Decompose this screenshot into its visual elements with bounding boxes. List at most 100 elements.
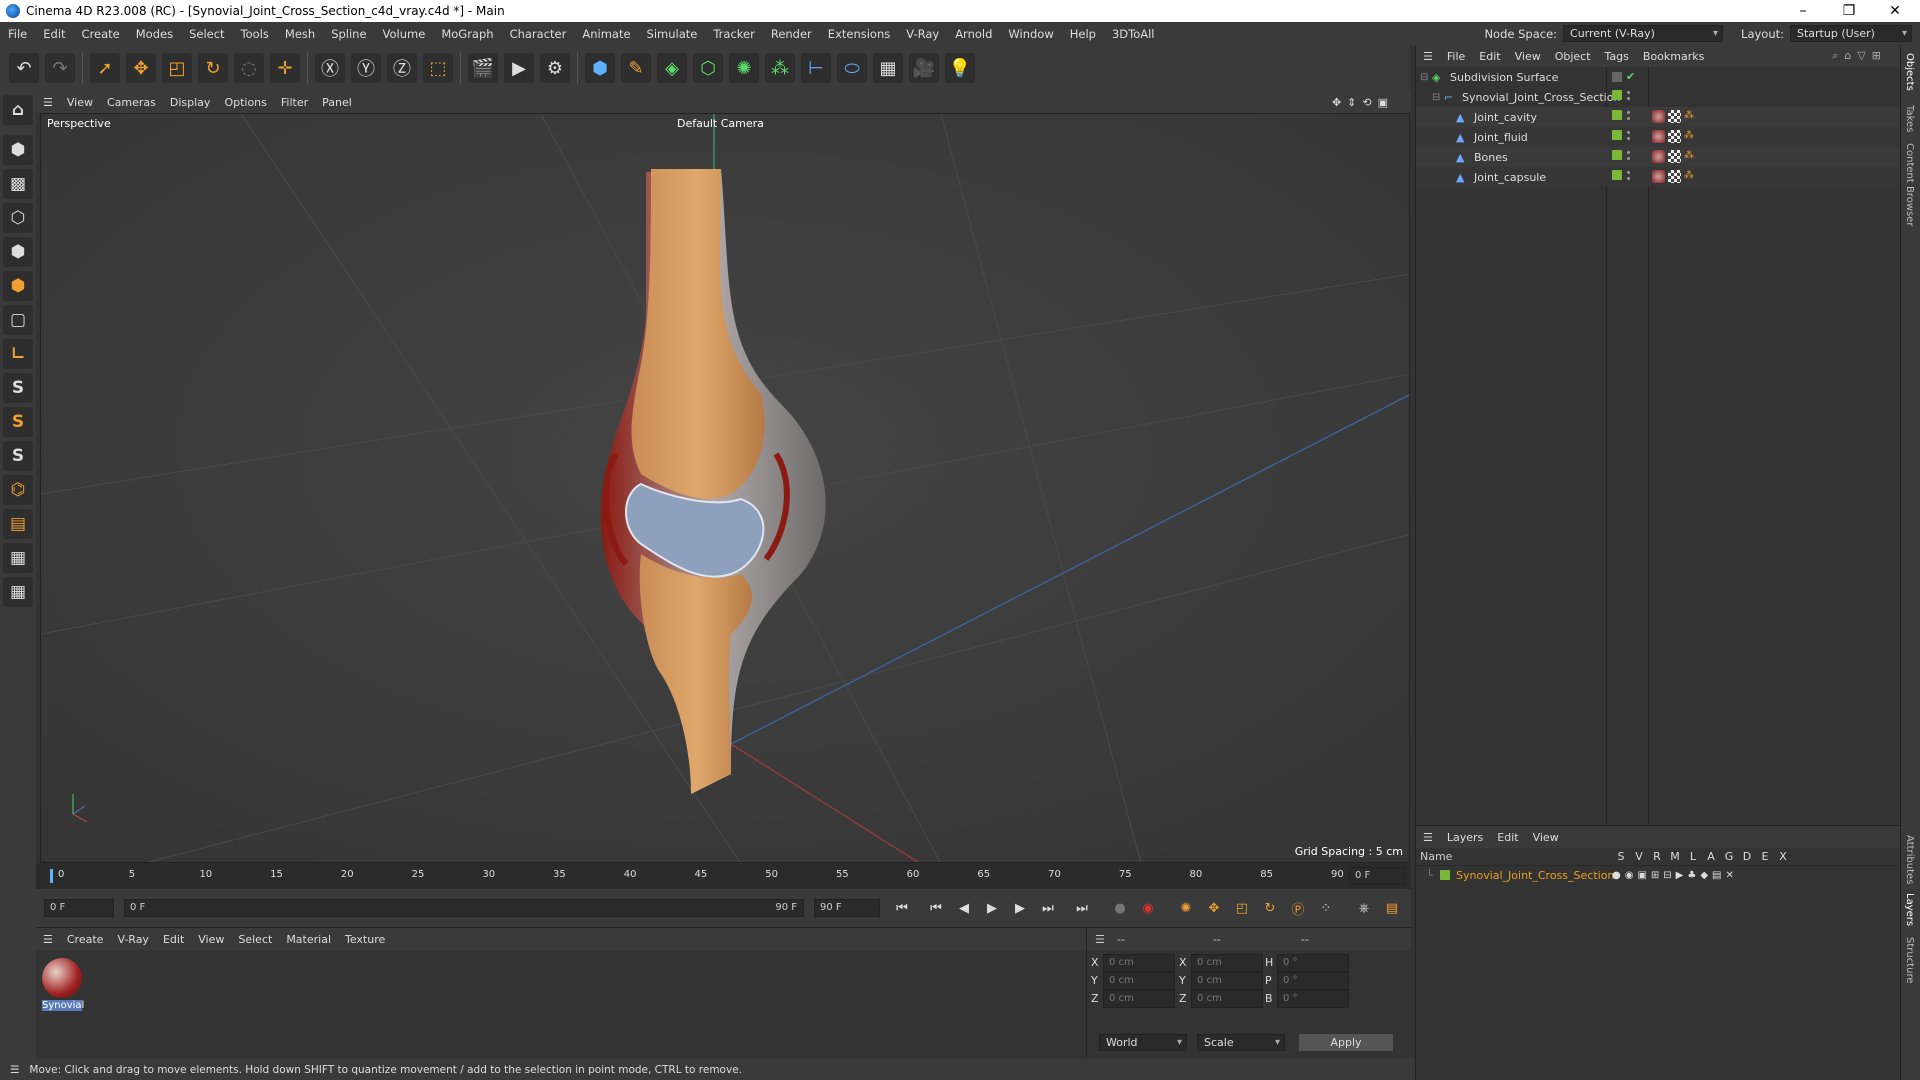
edge-mode-icon[interactable]: ⬢	[3, 237, 33, 267]
next-key-icon[interactable]: ⏭	[1036, 896, 1060, 920]
object-name[interactable]: Subdivision Surface	[1450, 71, 1558, 84]
start-frame-field[interactable]: 0 F	[44, 899, 114, 917]
next-frame-icon[interactable]: ▶	[1008, 896, 1032, 920]
expand-toggle-icon[interactable]: ⊟	[1420, 72, 1432, 83]
object-name[interactable]: Synovial_Joint_Cross_Section	[1462, 91, 1620, 104]
layer-menu-edit[interactable]: Edit	[1490, 831, 1525, 844]
uv-mode-icon[interactable]: ▢	[3, 305, 33, 335]
axis-mode-icon[interactable]: ∟	[3, 339, 33, 369]
object-menu-tags[interactable]: Tags	[1598, 50, 1636, 63]
material-menu-edit[interactable]: Edit	[156, 933, 191, 946]
viewport-menu-view[interactable]: View	[60, 96, 100, 109]
material-tag-icon[interactable]: ⁂	[1652, 170, 1694, 183]
coord-value-field[interactable]: 0 °	[1277, 990, 1349, 1008]
frame-range-slider[interactable]: 0 F 90 F	[124, 899, 804, 917]
layer-row[interactable]: └ Synovial_Joint_Cross_Section ●◉▣⊞⊟▶♣◆▤…	[1416, 866, 1900, 884]
object-row[interactable]: ▲ Joint_fluid ⁂	[1416, 127, 1901, 147]
pen-spline-icon[interactable]: ✎	[621, 53, 651, 83]
expand-toggle-icon[interactable]: ⊟	[1432, 92, 1444, 103]
tab-takes[interactable]: Takes	[1904, 105, 1915, 132]
light-object-icon[interactable]: 💡	[945, 53, 975, 83]
key-position-icon[interactable]: ✥	[1202, 896, 1226, 920]
transform-tool-icon[interactable]: ✛	[270, 53, 300, 83]
select-tool-icon[interactable]: ➚	[90, 53, 120, 83]
menu-tracker[interactable]: Tracker	[705, 27, 763, 41]
render-to-picture-viewer-icon[interactable]: ▶	[504, 53, 534, 83]
menu-tools[interactable]: Tools	[233, 27, 277, 41]
texture-mode-icon[interactable]: ▩	[3, 169, 33, 199]
current-frame-field[interactable]: 0 F	[1349, 867, 1405, 885]
layer-color-swatch[interactable]	[1440, 870, 1450, 880]
render-view-icon[interactable]: 🎬	[468, 53, 498, 83]
coord-value-field[interactable]: 0 °	[1277, 954, 1349, 972]
snap-settings-icon[interactable]: S	[3, 407, 33, 437]
material-menu-vray[interactable]: V-Ray	[110, 933, 156, 946]
coord-value-field[interactable]: 0 °	[1277, 972, 1349, 990]
object-row[interactable]: ⊟ ⌐ Synovial_Joint_Cross_Section	[1416, 87, 1901, 107]
floor-object-icon[interactable]: ▦	[873, 53, 903, 83]
rotate-tool-icon[interactable]: ↻	[198, 53, 228, 83]
viewport-menu-panel[interactable]: Panel	[315, 96, 359, 109]
camera-object-icon[interactable]: 🎥	[909, 53, 939, 83]
live-selection-icon[interactable]: ◌	[234, 53, 264, 83]
perspective-viewport[interactable]: Perspective Default Camera Grid Spacing …	[40, 113, 1410, 863]
layer-menu-view[interactable]: View	[1526, 831, 1566, 844]
mograph-cluster-icon[interactable]: ⁂	[765, 53, 795, 83]
menu-volume[interactable]: Volume	[375, 27, 434, 41]
layer-flag-header[interactable]: V	[1630, 850, 1648, 863]
prev-frame-icon[interactable]: ◀	[952, 896, 976, 920]
coord-value-field[interactable]: 0 cm	[1103, 972, 1175, 990]
viewport-hamburger-icon[interactable]: ☰	[36, 96, 60, 109]
menu-render[interactable]: Render	[763, 27, 820, 41]
layout-select[interactable]: Startup (User)	[1790, 25, 1912, 42]
material-menu-view[interactable]: View	[191, 933, 231, 946]
quantize-icon[interactable]: S	[3, 441, 33, 471]
material-menu-create[interactable]: Create	[60, 933, 111, 946]
material-tag-icon[interactable]: ⁂	[1652, 110, 1694, 123]
object-row[interactable]: ▲ Joint_capsule ⁂	[1416, 167, 1901, 187]
locked-workplane-icon[interactable]: ▦	[3, 577, 33, 607]
menu-mograph[interactable]: MoGraph	[433, 27, 501, 41]
object-name[interactable]: Bones	[1474, 151, 1508, 164]
viewport-navigation-icons[interactable]: ✥⇕⟲▣	[1325, 96, 1401, 109]
material-menu-texture[interactable]: Texture	[338, 933, 392, 946]
make-editable-icon[interactable]: ⌂	[3, 95, 33, 125]
menu-spline[interactable]: Spline	[323, 27, 374, 41]
deformer-bend-icon[interactable]: ⊢	[801, 53, 831, 83]
grid-plane-icon[interactable]: ▦	[3, 543, 33, 573]
point-mode-icon[interactable]: ⬡	[3, 203, 33, 233]
key-pla-icon[interactable]: ⁘	[1314, 896, 1338, 920]
workplane-icon[interactable]: ▤	[3, 509, 33, 539]
object-name[interactable]: Joint_capsule	[1474, 171, 1546, 184]
close-button[interactable]: ✕	[1872, 0, 1918, 22]
layer-flag-header[interactable]: E	[1756, 850, 1774, 863]
minimize-button[interactable]: –	[1780, 0, 1826, 22]
menu-file[interactable]: File	[0, 27, 35, 41]
layer-flag-header[interactable]: X	[1774, 850, 1792, 863]
apply-button[interactable]: Apply	[1299, 1034, 1393, 1051]
coord-mode-select[interactable]: Scale	[1197, 1034, 1285, 1051]
redo-icon[interactable]: ↷	[45, 53, 75, 83]
visibility-dots[interactable]: ✔	[1612, 70, 1635, 83]
z-axis-lock-icon[interactable]: Ⓩ	[387, 53, 417, 83]
field-icon[interactable]: ⬭	[837, 53, 867, 83]
key-parameter-icon[interactable]: Ⓟ	[1286, 896, 1310, 920]
material-menu-material[interactable]: Material	[279, 933, 338, 946]
extrude-generator-icon[interactable]: ⬡	[693, 53, 723, 83]
menu-animate[interactable]: Animate	[574, 27, 638, 41]
object-menu-object[interactable]: Object	[1548, 50, 1598, 63]
timeline-playhead[interactable]	[50, 869, 53, 883]
layer-flag-header[interactable]: L	[1684, 850, 1702, 863]
coord-value-field[interactable]: 0 cm	[1103, 990, 1175, 1008]
viewport-menu-display[interactable]: Display	[163, 96, 218, 109]
tab-structure[interactable]: Structure	[1904, 937, 1915, 984]
timeline-ruler[interactable]: 0 5 10 15 20 25 30 35 40 45 50 55 60 65 70 75 80 85 90 0 F	[36, 863, 1411, 889]
object-row[interactable]: ▲ Joint_cavity ⁂	[1416, 107, 1901, 127]
layer-name[interactable]: Synovial_Joint_Cross_Section	[1456, 869, 1614, 882]
coord-space-select[interactable]: World	[1099, 1034, 1187, 1051]
prev-key-icon[interactable]: ⏮	[924, 896, 948, 920]
tab-content-browser[interactable]: Content Browser	[1904, 143, 1915, 226]
object-menu-file[interactable]: File	[1440, 50, 1472, 63]
visibility-dots[interactable]	[1612, 130, 1630, 140]
viewport-menu-options[interactable]: Options	[217, 96, 273, 109]
